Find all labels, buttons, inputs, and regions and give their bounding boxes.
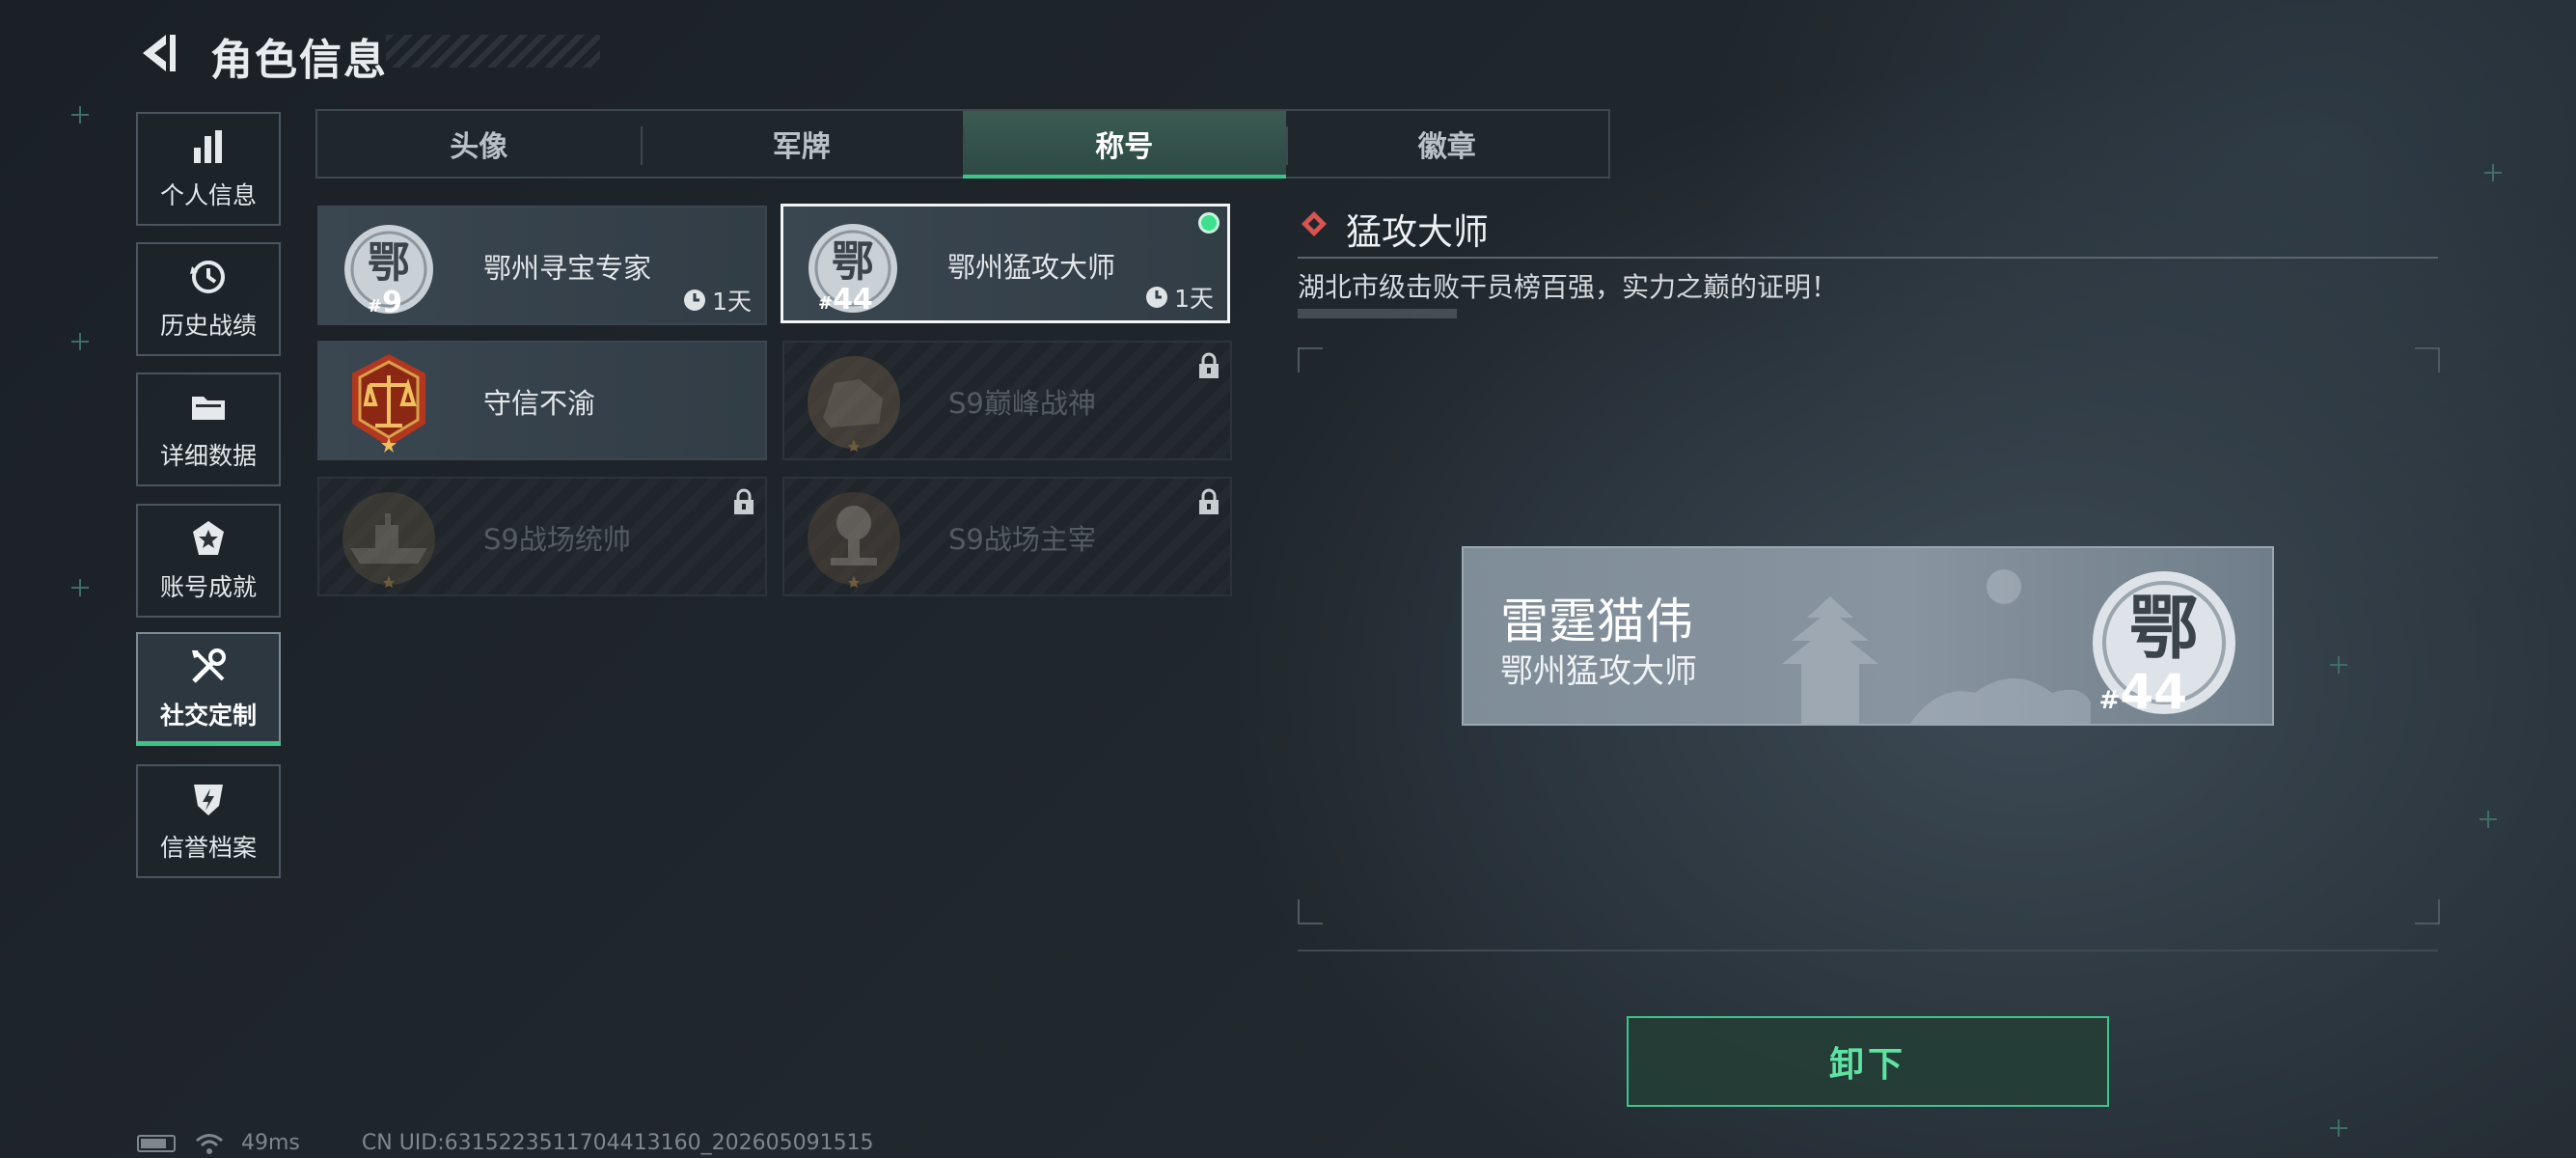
sidebar-item-label: 个人信息: [159, 181, 257, 209]
detail-description: 湖北市级击败干员榜百强，实力之巅的证明！: [1298, 271, 1839, 303]
sidebar-item-label: 账号成就: [159, 573, 257, 601]
title-card[interactable]: 鄂 #9 鄂州寻宝专家 1天: [317, 206, 767, 325]
title-name: S9战场统帅: [483, 523, 631, 556]
battery-icon: [137, 1134, 176, 1152]
back-arrow-icon[interactable]: [135, 29, 183, 77]
expiry-timer: 1天: [1145, 280, 1214, 315]
sidebar-item-profile[interactable]: 个人信息: [136, 112, 281, 226]
diamond-marker-icon: [1302, 211, 1327, 236]
title-name: S9战场主宰: [948, 523, 1096, 556]
decor-cross: [2330, 656, 2347, 674]
tools-icon: [192, 648, 226, 683]
preview-title: 鄂州猛攻大师: [1500, 652, 1697, 691]
sidebar-item-label: 社交定制: [159, 702, 257, 730]
title-card[interactable]: 守信不渝: [317, 341, 767, 460]
lock-icon: [1199, 488, 1219, 514]
rank-badge: #44: [818, 283, 873, 317]
preview-rank: #44: [2098, 664, 2187, 720]
sidebar-item-social[interactable]: 社交定制: [136, 632, 281, 746]
expiry-timer: 1天: [683, 283, 752, 317]
achievement-icon: [193, 521, 224, 555]
frame-corner: [2415, 347, 2440, 372]
decor-cross: [2330, 1119, 2347, 1137]
title-name: 鄂州猛攻大师: [947, 251, 1116, 284]
rank-badge: #9: [368, 286, 402, 319]
decor-cross: [71, 333, 89, 350]
frame-corner: [1298, 347, 1323, 372]
title-card-locked[interactable]: S9战场统帅: [317, 477, 767, 596]
page-title: 角色信息: [210, 36, 388, 85]
history-icon: [190, 261, 225, 293]
fortress-emblem-icon: [808, 356, 900, 452]
sidebar-item-label: 详细数据: [159, 442, 257, 470]
lock-icon: [734, 488, 754, 514]
detail-title: 猛攻大师: [1346, 211, 1489, 253]
svg-text:鄂: 鄂: [368, 238, 410, 288]
title-preview-banner: 雷霆猫伟 鄂州猛攻大师 鄂 #44: [1462, 546, 2274, 726]
decor-cross: [2484, 164, 2502, 181]
warship-emblem-icon: [343, 492, 435, 588]
unequip-button[interactable]: 卸下: [1627, 1016, 2109, 1107]
credit-shield-icon: [194, 785, 223, 815]
decor-cross: [2480, 811, 2497, 828]
sidebar-active-indicator: [136, 741, 281, 746]
detail-subline: [1298, 309, 1457, 318]
lock-icon: [1199, 352, 1219, 378]
title-name: 鄂州寻宝专家: [483, 252, 652, 285]
sidebar-item-data[interactable]: 详细数据: [136, 372, 281, 486]
tab-badge[interactable]: 徽章: [1285, 111, 1609, 177]
tab-title[interactable]: 称号: [963, 111, 1286, 179]
status-bar: 49ms CN UID:6315223511704413160_20260509…: [137, 1131, 874, 1155]
scales-emblem-icon: [352, 354, 425, 453]
uid-text: CN UID:6315223511704413160_202605091515: [361, 1131, 874, 1155]
detail-bottom-divider: [1298, 950, 2438, 951]
frame-corner: [1298, 899, 1323, 924]
tab-bar: 头像 军牌 称号 徽章: [315, 109, 1610, 179]
svg-text:鄂: 鄂: [832, 237, 874, 287]
tab-dogtag[interactable]: 军牌: [640, 111, 964, 177]
wifi-icon: [196, 1133, 223, 1154]
frame-corner: [2415, 899, 2440, 924]
sidebar-item-achievements[interactable]: 账号成就: [136, 504, 281, 618]
sidebar-item-label: 信誉档案: [159, 834, 257, 862]
bar-chart-icon: [194, 130, 222, 163]
decor-cross: [71, 579, 89, 596]
sidebar-item-history[interactable]: 历史战绩: [136, 242, 281, 356]
sidebar-item-credit[interactable]: 信誉档案: [136, 764, 281, 878]
timer-text: 1天: [1174, 285, 1214, 313]
pagoda-silhouette: [1782, 569, 2091, 724]
preview-player-name: 雷霆猫伟: [1500, 593, 1693, 649]
tab-avatar[interactable]: 头像: [317, 111, 641, 177]
ping-value: 49ms: [241, 1131, 300, 1155]
title-card-locked[interactable]: S9巅峰战神: [782, 341, 1232, 460]
svg-text:鄂: 鄂: [2129, 587, 2199, 669]
sidebar-item-label: 历史战绩: [159, 312, 257, 340]
equipped-indicator: [1198, 212, 1219, 234]
title-name: S9巅峰战神: [948, 387, 1096, 420]
title-card-selected[interactable]: 鄂 #44 鄂州猛攻大师 1天: [781, 204, 1230, 323]
title-name: 守信不渝: [483, 387, 596, 420]
folder-icon: [192, 397, 225, 420]
detail-divider: [1298, 257, 2438, 259]
title-decoration: [386, 35, 600, 68]
title-card-locked[interactable]: S9战场主宰: [782, 477, 1232, 596]
clock-icon: [1146, 287, 1168, 308]
decor-cross: [71, 106, 89, 124]
explosion-emblem-icon: [808, 492, 900, 588]
clock-icon: [684, 290, 706, 311]
timer-text: 1天: [712, 288, 752, 316]
